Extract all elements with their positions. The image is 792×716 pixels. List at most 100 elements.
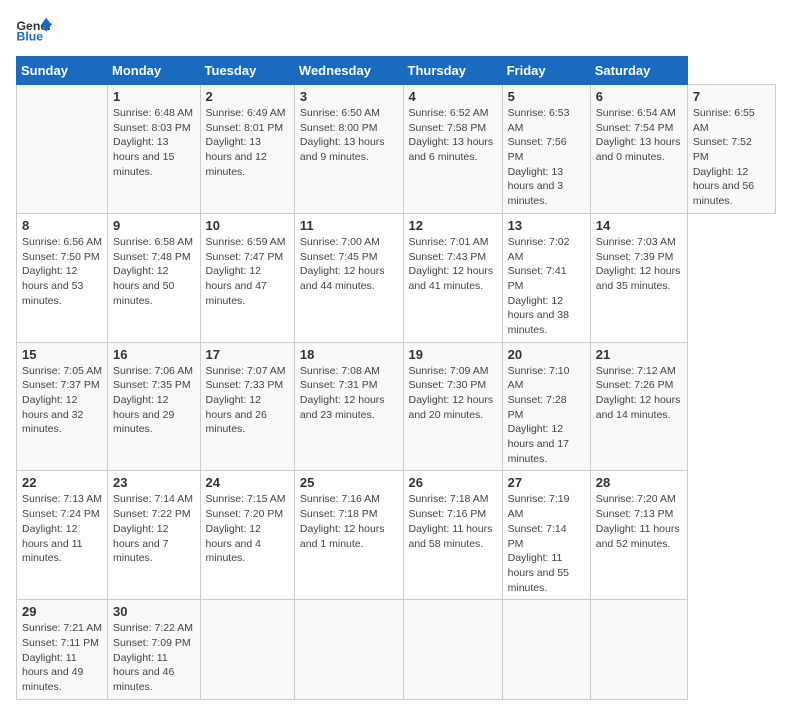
day-info: Sunrise: 7:07 AMSunset: 7:33 PMDaylight:… (206, 364, 289, 437)
calendar-cell: 30 Sunrise: 7:22 AMSunset: 7:09 PMDaylig… (108, 600, 201, 699)
day-number: 21 (596, 347, 682, 362)
day-number: 1 (113, 89, 195, 104)
day-number: 3 (300, 89, 398, 104)
day-number: 7 (693, 89, 770, 104)
day-number: 4 (409, 89, 497, 104)
calendar-cell: 26 Sunrise: 7:18 AMSunset: 7:16 PMDaylig… (403, 471, 502, 600)
day-info: Sunrise: 7:21 AMSunset: 7:11 PMDaylight:… (22, 621, 102, 694)
calendar-week-3: 15 Sunrise: 7:05 AMSunset: 7:37 PMDaylig… (17, 342, 776, 471)
day-info: Sunrise: 6:50 AMSunset: 8:00 PMDaylight:… (300, 106, 398, 165)
day-number: 20 (508, 347, 585, 362)
day-number: 27 (508, 475, 585, 490)
svg-text:Blue: Blue (17, 30, 44, 44)
weekday-header-monday: Monday (108, 57, 201, 85)
weekday-header-thursday: Thursday (403, 57, 502, 85)
day-number: 6 (596, 89, 682, 104)
day-info: Sunrise: 7:20 AMSunset: 7:13 PMDaylight:… (596, 492, 682, 551)
day-info: Sunrise: 6:58 AMSunset: 7:48 PMDaylight:… (113, 235, 195, 308)
calendar-cell: 11 Sunrise: 7:00 AMSunset: 7:45 PMDaylig… (294, 213, 403, 342)
weekday-header-saturday: Saturday (590, 57, 687, 85)
calendar-cell: 21 Sunrise: 7:12 AMSunset: 7:26 PMDaylig… (590, 342, 687, 471)
calendar-cell: 3 Sunrise: 6:50 AMSunset: 8:00 PMDayligh… (294, 85, 403, 214)
calendar-cell: 10 Sunrise: 6:59 AMSunset: 7:47 PMDaylig… (200, 213, 294, 342)
day-number: 24 (206, 475, 289, 490)
calendar-cell (200, 600, 294, 699)
day-number: 8 (22, 218, 102, 233)
calendar-week-5: 29 Sunrise: 7:21 AMSunset: 7:11 PMDaylig… (17, 600, 776, 699)
calendar-cell: 18 Sunrise: 7:08 AMSunset: 7:31 PMDaylig… (294, 342, 403, 471)
day-info: Sunrise: 7:18 AMSunset: 7:16 PMDaylight:… (409, 492, 497, 551)
day-number: 17 (206, 347, 289, 362)
calendar-cell: 17 Sunrise: 7:07 AMSunset: 7:33 PMDaylig… (200, 342, 294, 471)
calendar-cell: 29 Sunrise: 7:21 AMSunset: 7:11 PMDaylig… (17, 600, 108, 699)
day-info: Sunrise: 7:13 AMSunset: 7:24 PMDaylight:… (22, 492, 102, 565)
day-number: 13 (508, 218, 585, 233)
calendar-week-2: 8 Sunrise: 6:56 AMSunset: 7:50 PMDayligh… (17, 213, 776, 342)
day-info: Sunrise: 7:16 AMSunset: 7:18 PMDaylight:… (300, 492, 398, 551)
calendar-cell: 6 Sunrise: 6:54 AMSunset: 7:54 PMDayligh… (590, 85, 687, 214)
day-number: 11 (300, 218, 398, 233)
calendar-cell: 4 Sunrise: 6:52 AMSunset: 7:58 PMDayligh… (403, 85, 502, 214)
day-number: 9 (113, 218, 195, 233)
day-number: 14 (596, 218, 682, 233)
day-info: Sunrise: 6:52 AMSunset: 7:58 PMDaylight:… (409, 106, 497, 165)
day-number: 15 (22, 347, 102, 362)
day-info: Sunrise: 6:55 AMSunset: 7:52 PMDaylight:… (693, 106, 770, 209)
day-number: 19 (409, 347, 497, 362)
day-info: Sunrise: 7:19 AMSunset: 7:14 PMDaylight:… (508, 492, 585, 595)
calendar-cell: 22 Sunrise: 7:13 AMSunset: 7:24 PMDaylig… (17, 471, 108, 600)
calendar-cell: 7 Sunrise: 6:55 AMSunset: 7:52 PMDayligh… (687, 85, 775, 214)
day-number: 18 (300, 347, 398, 362)
day-number: 23 (113, 475, 195, 490)
day-info: Sunrise: 6:53 AMSunset: 7:56 PMDaylight:… (508, 106, 585, 209)
day-number: 5 (508, 89, 585, 104)
calendar-cell: 27 Sunrise: 7:19 AMSunset: 7:14 PMDaylig… (502, 471, 590, 600)
calendar-cell (590, 600, 687, 699)
day-info: Sunrise: 7:14 AMSunset: 7:22 PMDaylight:… (113, 492, 195, 565)
day-info: Sunrise: 7:06 AMSunset: 7:35 PMDaylight:… (113, 364, 195, 437)
day-info: Sunrise: 7:01 AMSunset: 7:43 PMDaylight:… (409, 235, 497, 294)
day-info: Sunrise: 6:54 AMSunset: 7:54 PMDaylight:… (596, 106, 682, 165)
day-info: Sunrise: 6:56 AMSunset: 7:50 PMDaylight:… (22, 235, 102, 308)
day-number: 28 (596, 475, 682, 490)
calendar-cell: 19 Sunrise: 7:09 AMSunset: 7:30 PMDaylig… (403, 342, 502, 471)
day-info: Sunrise: 7:15 AMSunset: 7:20 PMDaylight:… (206, 492, 289, 565)
calendar-cell: 23 Sunrise: 7:14 AMSunset: 7:22 PMDaylig… (108, 471, 201, 600)
calendar-week-1: 1 Sunrise: 6:48 AMSunset: 8:03 PMDayligh… (17, 85, 776, 214)
calendar-cell (17, 85, 108, 214)
calendar-cell: 15 Sunrise: 7:05 AMSunset: 7:37 PMDaylig… (17, 342, 108, 471)
calendar-cell: 24 Sunrise: 7:15 AMSunset: 7:20 PMDaylig… (200, 471, 294, 600)
weekday-header-tuesday: Tuesday (200, 57, 294, 85)
day-info: Sunrise: 6:59 AMSunset: 7:47 PMDaylight:… (206, 235, 289, 308)
calendar-cell: 14 Sunrise: 7:03 AMSunset: 7:39 PMDaylig… (590, 213, 687, 342)
weekday-header-sunday: Sunday (17, 57, 108, 85)
day-number: 26 (409, 475, 497, 490)
calendar-cell: 20 Sunrise: 7:10 AMSunset: 7:28 PMDaylig… (502, 342, 590, 471)
day-info: Sunrise: 7:02 AMSunset: 7:41 PMDaylight:… (508, 235, 585, 338)
logo: General Blue (16, 16, 52, 44)
day-info: Sunrise: 6:48 AMSunset: 8:03 PMDaylight:… (113, 106, 195, 179)
day-info: Sunrise: 7:05 AMSunset: 7:37 PMDaylight:… (22, 364, 102, 437)
weekday-header-wednesday: Wednesday (294, 57, 403, 85)
calendar-cell: 13 Sunrise: 7:02 AMSunset: 7:41 PMDaylig… (502, 213, 590, 342)
calendar-cell: 5 Sunrise: 6:53 AMSunset: 7:56 PMDayligh… (502, 85, 590, 214)
page-header: General Blue (16, 16, 776, 44)
day-number: 25 (300, 475, 398, 490)
day-info: Sunrise: 7:03 AMSunset: 7:39 PMDaylight:… (596, 235, 682, 294)
day-number: 2 (206, 89, 289, 104)
day-info: Sunrise: 7:12 AMSunset: 7:26 PMDaylight:… (596, 364, 682, 423)
calendar-week-4: 22 Sunrise: 7:13 AMSunset: 7:24 PMDaylig… (17, 471, 776, 600)
day-info: Sunrise: 6:49 AMSunset: 8:01 PMDaylight:… (206, 106, 289, 179)
calendar-cell: 8 Sunrise: 6:56 AMSunset: 7:50 PMDayligh… (17, 213, 108, 342)
day-number: 16 (113, 347, 195, 362)
calendar-cell: 25 Sunrise: 7:16 AMSunset: 7:18 PMDaylig… (294, 471, 403, 600)
weekday-header-friday: Friday (502, 57, 590, 85)
day-info: Sunrise: 7:10 AMSunset: 7:28 PMDaylight:… (508, 364, 585, 467)
day-info: Sunrise: 7:09 AMSunset: 7:30 PMDaylight:… (409, 364, 497, 423)
calendar-cell (403, 600, 502, 699)
calendar-cell: 2 Sunrise: 6:49 AMSunset: 8:01 PMDayligh… (200, 85, 294, 214)
logo-icon: General Blue (16, 16, 52, 44)
day-number: 10 (206, 218, 289, 233)
day-info: Sunrise: 7:08 AMSunset: 7:31 PMDaylight:… (300, 364, 398, 423)
calendar-cell (294, 600, 403, 699)
